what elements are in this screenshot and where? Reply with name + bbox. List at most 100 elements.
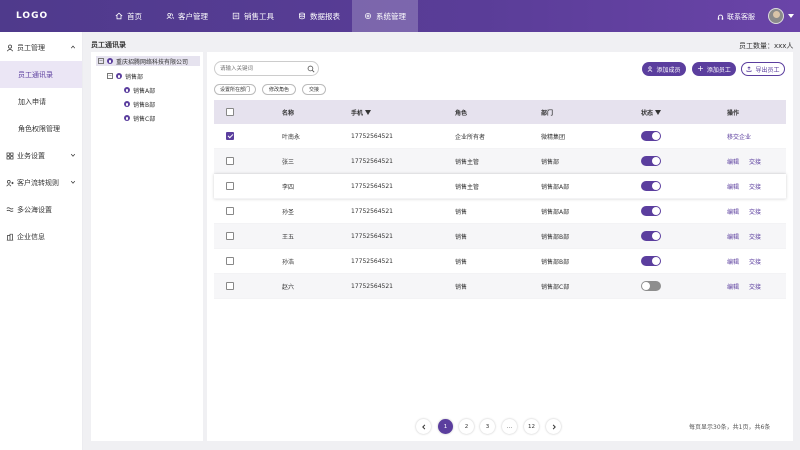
row-checkbox[interactable]	[226, 257, 234, 265]
nav-reports[interactable]: 数据报表	[286, 0, 352, 32]
tree-node-sub-b[interactable]: 销售B部	[124, 99, 155, 109]
handover-link[interactable]: 交接	[749, 232, 761, 241]
sidebar-group-label: 业务设置	[17, 151, 45, 160]
tree-node-company[interactable]: − 重庆招腾网络科技有限公司	[96, 56, 200, 66]
page-button-1[interactable]: 1	[438, 419, 453, 434]
employee-list-panel: 设置所在部门 修改角色 交接 添加成员 + 添加员工 导出员工 名称 手机 角色…	[207, 52, 793, 441]
row-checkbox[interactable]	[226, 232, 234, 240]
cell-role: 销售	[455, 233, 468, 241]
status-toggle[interactable]	[641, 256, 661, 266]
prev-page-button[interactable]	[416, 419, 431, 434]
collapse-icon[interactable]: −	[98, 58, 104, 64]
support-link[interactable]: 联系客服	[717, 12, 755, 22]
chevron-down-icon	[70, 180, 76, 184]
edit-link[interactable]: 编辑	[727, 282, 739, 291]
nav-customers[interactable]: 客户管理	[154, 0, 220, 32]
table-row: 叶南永 17752564521 企业所有者 微精集团 移交企业	[214, 124, 786, 149]
cell-role: 企业所有者	[455, 133, 486, 141]
set-department-button[interactable]: 设置所在部门	[214, 84, 256, 95]
row-checkbox[interactable]	[226, 182, 234, 190]
table-row: 张三 17752564521 销售主管 销售部 编辑 交接	[214, 149, 786, 174]
page-number: 1	[443, 423, 448, 430]
sidebar-item-join-requests[interactable]: 加入申请	[0, 88, 82, 115]
business-icon	[6, 152, 14, 159]
status-toggle[interactable]	[641, 206, 661, 216]
cell-role: 销售主管	[455, 183, 480, 191]
status-toggle[interactable]	[641, 181, 661, 191]
cell-role: 销售	[455, 283, 468, 291]
filter-icon[interactable]	[655, 109, 662, 115]
handover-link[interactable]: 交接	[749, 157, 761, 166]
tree-node-sub-c[interactable]: 销售C部	[124, 113, 155, 123]
edit-link[interactable]: 编辑	[727, 182, 739, 191]
sidebar-group-label: 多公海设置	[17, 205, 52, 214]
column-header-name: 名称	[282, 109, 295, 117]
tree-node-dept[interactable]: − 销售部	[107, 71, 143, 81]
chevron-down-icon[interactable]	[788, 14, 794, 18]
cell-name: 王五	[282, 233, 295, 241]
sidebar-group-customer-flow[interactable]: 客户流转规则	[0, 169, 82, 196]
next-page-button[interactable]	[546, 419, 561, 434]
add-member-button[interactable]: 添加成员	[642, 62, 686, 76]
search-input[interactable]	[214, 61, 319, 76]
select-all-checkbox[interactable]	[226, 108, 234, 116]
row-checkbox[interactable]	[226, 157, 234, 165]
chip-label: 修改角色	[268, 87, 289, 93]
change-role-button[interactable]: 修改角色	[262, 84, 296, 95]
sidebar-group-staff[interactable]: 员工管理	[0, 34, 82, 61]
sidebar-item-role-permissions[interactable]: 角色权限管理	[0, 115, 82, 142]
edit-link[interactable]: 编辑	[727, 207, 739, 216]
collapse-icon[interactable]: −	[107, 73, 113, 79]
nav-system[interactable]: 系统管理	[352, 0, 418, 32]
filter-icon[interactable]	[365, 109, 372, 115]
cell-role: 销售	[455, 258, 468, 266]
sidebar-group-company-info[interactable]: 企业信息	[0, 223, 82, 250]
handover-button[interactable]: 交接	[302, 84, 326, 95]
edit-link[interactable]: 编辑	[727, 232, 739, 241]
page-button-12[interactable]: 12	[524, 419, 539, 434]
row-checkbox[interactable]	[226, 282, 234, 290]
page-number: 3	[485, 423, 490, 430]
nav-home[interactable]: 首页	[103, 0, 154, 32]
nav-label: 销售工具	[244, 11, 274, 21]
status-toggle[interactable]	[641, 131, 661, 141]
cell-phone: 17752564521	[351, 157, 393, 165]
nav-label: 系统管理	[376, 11, 406, 21]
handover-link[interactable]: 交接	[749, 257, 761, 266]
edit-link[interactable]: 编辑	[727, 257, 739, 266]
support-label: 联系客服	[727, 13, 755, 21]
tree-node-label: 销售B部	[133, 101, 156, 109]
status-toggle[interactable]	[641, 156, 661, 166]
handover-link[interactable]: 交接	[749, 207, 761, 216]
sidebar-item-directory[interactable]: 员工通讯录	[0, 61, 82, 88]
edit-link[interactable]: 编辑	[727, 157, 739, 166]
add-employee-button[interactable]: + 添加员工	[692, 62, 736, 76]
cell-phone: 17752564521	[351, 182, 393, 190]
sidebar-group-label: 客户流转规则	[17, 178, 59, 187]
status-toggle[interactable]	[641, 231, 661, 241]
cell-dept: 销售部B部	[541, 233, 570, 241]
home-icon	[115, 12, 123, 20]
avatar[interactable]	[768, 8, 784, 24]
transfer-company-link[interactable]: 移交企业	[727, 132, 751, 141]
sidebar-group-multi-sea[interactable]: 多公海设置	[0, 196, 82, 223]
page-button-3[interactable]: 3	[480, 419, 495, 434]
cell-name: 张三	[282, 158, 295, 166]
nav-sales-tools[interactable]: 销售工具	[220, 0, 286, 32]
status-toggle[interactable]	[641, 281, 661, 291]
row-checkbox[interactable]	[226, 132, 234, 140]
employee-count: 员工数量：xxx人	[739, 42, 794, 50]
search-icon[interactable]	[307, 65, 315, 73]
tree-node-sub-a[interactable]: 销售A部	[124, 85, 155, 95]
tree-node-label: 销售部	[125, 73, 144, 81]
row-checkbox[interactable]	[226, 207, 234, 215]
handover-link[interactable]: 交接	[749, 182, 761, 191]
cell-phone: 17752564521	[351, 282, 393, 290]
tools-icon	[232, 12, 240, 20]
nav-label: 首页	[127, 11, 142, 21]
sidebar-group-business[interactable]: 业务设置	[0, 142, 82, 169]
page-button-2[interactable]: 2	[459, 419, 474, 434]
handover-link[interactable]: 交接	[749, 282, 761, 291]
database-icon	[299, 12, 305, 20]
export-employees-button[interactable]: 导出员工	[741, 62, 785, 76]
